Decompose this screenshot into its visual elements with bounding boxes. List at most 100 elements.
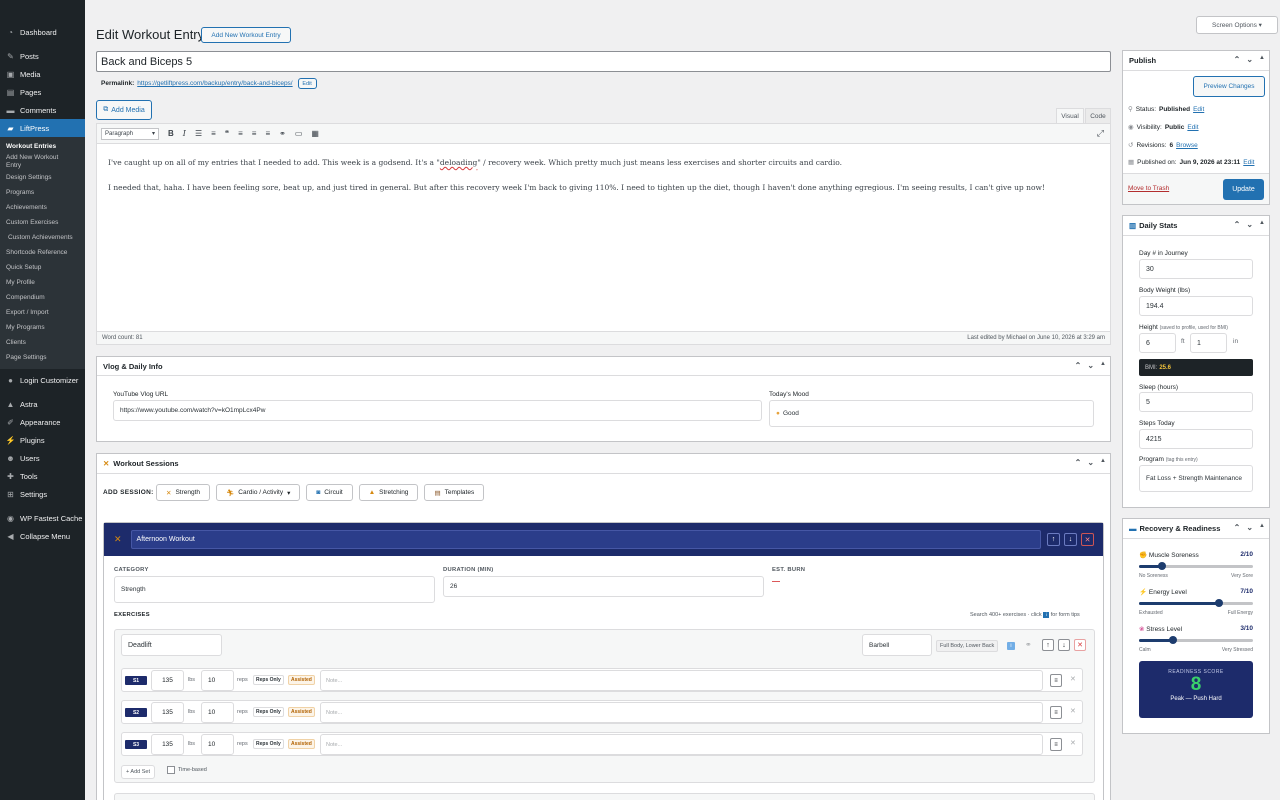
- remove-set-icon[interactable]: ✕: [1070, 739, 1076, 747]
- chevron-down-icon[interactable]: ⌄: [1087, 361, 1094, 370]
- preview-changes-button[interactable]: Preview Changes: [1193, 76, 1265, 97]
- slider-track[interactable]: [1139, 636, 1253, 644]
- toggle-triangle-icon[interactable]: ▲: [1100, 361, 1106, 370]
- bold-icon[interactable]: B: [168, 129, 174, 138]
- day-input[interactable]: 30: [1139, 259, 1253, 279]
- link-icon[interactable]: ⚭: [279, 129, 286, 138]
- menu-item-posts[interactable]: ✎ Posts: [0, 47, 85, 65]
- permalink-edit-button[interactable]: Edit: [297, 78, 317, 89]
- submenu-item[interactable]: Workout Entries: [0, 139, 85, 154]
- fullscreen-icon[interactable]: ⤢: [1097, 128, 1104, 139]
- align-left-icon[interactable]: ≡: [238, 129, 243, 138]
- menu-item-settings[interactable]: ⊞ Settings: [0, 485, 85, 503]
- add-set-button[interactable]: + Add Set: [121, 765, 156, 779]
- bullet-list-icon[interactable]: ☰: [195, 129, 202, 138]
- toggle-triangle-icon[interactable]: ▲: [1259, 55, 1265, 64]
- weight-input[interactable]: 135: [151, 734, 184, 755]
- steps-input[interactable]: 4215: [1139, 429, 1253, 449]
- note-input[interactable]: Note...: [320, 734, 1043, 755]
- submenu-item[interactable]: Custom Exercises: [0, 215, 85, 230]
- remove-session-button[interactable]: ✕: [1081, 533, 1094, 546]
- slider-track[interactable]: [1139, 599, 1253, 607]
- chevron-down-icon[interactable]: ⌄: [1246, 523, 1253, 532]
- reps-only-tag[interactable]: Reps Only: [253, 707, 284, 717]
- published-on-edit-link[interactable]: Edit: [1243, 159, 1254, 166]
- set-options-button[interactable]: ≡: [1050, 738, 1062, 751]
- italic-icon[interactable]: I: [183, 129, 186, 138]
- move-down-button[interactable]: ↓: [1058, 639, 1070, 651]
- note-input[interactable]: Note...: [320, 670, 1043, 691]
- slider-track[interactable]: [1139, 562, 1253, 570]
- submenu-item[interactable]: My Programs: [0, 320, 85, 335]
- exercise-name-input[interactable]: Deadlift: [121, 634, 222, 656]
- chevron-up-icon[interactable]: ⌃: [1075, 361, 1082, 370]
- numbered-list-icon[interactable]: ≡: [211, 129, 216, 138]
- menu-item-wp-fastest-cache[interactable]: ◉ WP Fastest Cache: [0, 509, 85, 527]
- read-more-icon[interactable]: ▭: [295, 129, 303, 138]
- link-icon[interactable]: ⚭: [1025, 640, 1032, 649]
- menu-item-pages[interactable]: ▤ Pages: [0, 83, 85, 101]
- add-stretching-button[interactable]: ▲ Stretching: [358, 484, 419, 501]
- assisted-tag[interactable]: Assisted: [288, 739, 315, 749]
- menu-item-login-customizer[interactable]: ● Login Customizer: [0, 371, 85, 389]
- menu-item-appearance[interactable]: ✐ Appearance: [0, 413, 85, 431]
- reps-input[interactable]: 10: [201, 734, 234, 755]
- chevron-up-icon[interactable]: ⌃: [1234, 220, 1241, 229]
- menu-item-users[interactable]: ☻ Users: [0, 449, 85, 467]
- weight-input[interactable]: 135: [151, 702, 184, 723]
- weight-input[interactable]: 135: [151, 670, 184, 691]
- blockquote-icon[interactable]: ❝: [225, 129, 229, 138]
- chevron-up-icon[interactable]: ⌃: [1234, 55, 1241, 64]
- time-based-toggle[interactable]: Time-based: [167, 766, 207, 774]
- slider-knob[interactable]: [1158, 562, 1166, 570]
- assisted-tag[interactable]: Assisted: [288, 707, 315, 717]
- menu-item-collapse[interactable]: ◀ Collapse Menu: [0, 527, 85, 545]
- submenu-item[interactable]: Export / Import: [0, 305, 85, 320]
- height-in-input[interactable]: 1: [1190, 333, 1227, 353]
- submenu-item[interactable]: Compendium: [0, 290, 85, 305]
- toggle-triangle-icon[interactable]: ▲: [1100, 458, 1106, 467]
- toggle-triangle-icon[interactable]: ▲: [1259, 523, 1265, 532]
- status-edit-link[interactable]: Edit: [1193, 106, 1204, 113]
- duration-input[interactable]: 26: [443, 576, 764, 597]
- tab-code[interactable]: Code: [1085, 108, 1111, 123]
- post-title-input[interactable]: Back and Biceps 5: [96, 51, 1111, 72]
- submenu-item[interactable]: Achievements: [0, 200, 85, 215]
- add-new-workout-entry-button[interactable]: Add New Workout Entry: [201, 27, 291, 43]
- assisted-tag[interactable]: Assisted: [288, 675, 315, 685]
- move-to-trash-link[interactable]: Move to Trash: [1128, 185, 1169, 192]
- menu-item-liftpress[interactable]: ▰ LiftPress: [0, 119, 85, 137]
- format-select[interactable]: Paragraph ▾: [101, 127, 159, 140]
- move-up-button[interactable]: ↑: [1042, 639, 1054, 651]
- visibility-edit-link[interactable]: Edit: [1187, 124, 1198, 131]
- note-input[interactable]: Note...: [320, 702, 1043, 723]
- checkbox[interactable]: [167, 766, 175, 774]
- tab-visual[interactable]: Visual: [1056, 108, 1084, 123]
- menu-item-astra[interactable]: ▲ Astra: [0, 395, 85, 413]
- reps-only-tag[interactable]: Reps Only: [253, 739, 284, 749]
- move-down-button[interactable]: ↓: [1064, 533, 1077, 546]
- align-center-icon[interactable]: ≡: [252, 129, 257, 138]
- permalink-link[interactable]: https://getliftpress.com/backup/entry/ba…: [137, 80, 292, 87]
- mood-select[interactable]: ● Good: [769, 400, 1094, 427]
- move-up-button[interactable]: ↑: [1047, 533, 1060, 546]
- submenu-item[interactable]: Custom Achievements: [0, 230, 85, 245]
- update-button[interactable]: Update: [1223, 179, 1264, 200]
- set-options-button[interactable]: ≡: [1050, 674, 1062, 687]
- chevron-up-icon[interactable]: ⌃: [1075, 458, 1082, 467]
- height-ft-input[interactable]: 6: [1139, 333, 1176, 353]
- menu-item-tools[interactable]: ✚ Tools: [0, 467, 85, 485]
- sleep-input[interactable]: 5: [1139, 392, 1253, 412]
- add-circuit-button[interactable]: ◙ Circuit: [306, 484, 353, 501]
- add-cardio-button[interactable]: 🏃︎ Cardio / Activity ▾: [216, 484, 301, 501]
- remove-exercise-button[interactable]: ✕: [1074, 639, 1086, 651]
- chevron-down-icon[interactable]: ⌄: [1246, 55, 1253, 64]
- reps-only-tag[interactable]: Reps Only: [253, 675, 284, 685]
- vlog-url-input[interactable]: https://www.youtube.com/watch?v=kO1mpLcx…: [113, 400, 762, 421]
- chevron-up-icon[interactable]: ⌃: [1234, 523, 1241, 532]
- submenu-item[interactable]: Page Settings: [0, 350, 85, 365]
- add-strength-button[interactable]: ✕ Strength: [156, 484, 211, 501]
- set-options-button[interactable]: ≡: [1050, 706, 1062, 719]
- toggle-triangle-icon[interactable]: ▲: [1259, 220, 1265, 229]
- slider-knob[interactable]: [1169, 636, 1177, 644]
